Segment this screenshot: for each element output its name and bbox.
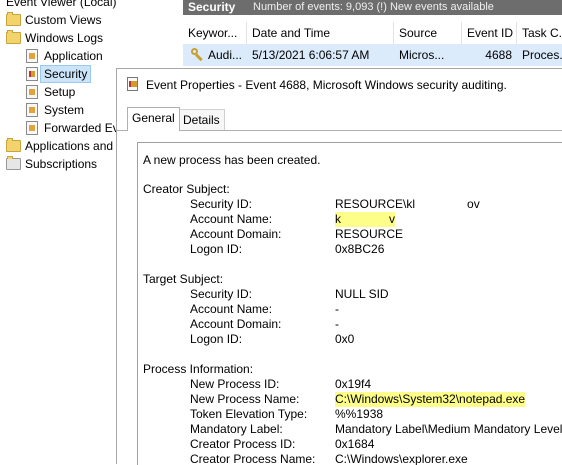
tree-item-label: System [44, 103, 85, 117]
event-task: Proces... [522, 48, 562, 62]
tree-item-label: Custom Views [25, 13, 102, 27]
dialog-title: Event Properties - Event 4688, Microsoft… [146, 78, 507, 92]
redacted-block [341, 212, 389, 227]
field-label: Security ID: [190, 287, 253, 301]
field-label: Account Domain: [190, 317, 282, 331]
process-information-heading: Process Information: [143, 362, 254, 376]
field-label: Mandatory Label: [190, 422, 283, 436]
folder-icon [6, 138, 21, 152]
column-task-category[interactable]: Task C... [517, 22, 562, 44]
log-header: Security Number of events: 9,093 (!) New… [183, 0, 562, 15]
tab-general[interactable]: General [127, 107, 180, 131]
creator-account-name: k v [335, 212, 395, 227]
field-label: Creator Process ID: [190, 437, 296, 451]
field-label: Account Domain: [190, 227, 282, 241]
tree-item-label: Event Viewer (Local) [6, 0, 117, 9]
field-label: Account Name: [190, 302, 273, 316]
creator-process-id: 0x1684 [335, 437, 375, 451]
column-keywords[interactable]: Keywor... [183, 22, 247, 44]
target-account-domain: - [335, 317, 339, 331]
mandatory-label: Mandatory Label\Medium Mandatory Level [335, 422, 562, 436]
field-label: New Process ID: [190, 377, 280, 391]
field-label: New Process Name: [190, 392, 300, 406]
creator-security-id: RESOURCE\kl ov [335, 197, 480, 212]
target-security-id: NULL SID [335, 287, 389, 301]
tab-divider [117, 130, 562, 131]
event-properties-dialog: Event Properties - Event 4688, Microsoft… [116, 68, 562, 465]
event-log-icon [127, 77, 138, 91]
event-list-header: Keywor... Date and Time Source Event ID … [183, 22, 562, 45]
event-log-icon [26, 121, 38, 135]
event-log-icon [26, 85, 38, 99]
field-label: Logon ID: [190, 242, 243, 256]
creator-logon-id: 0x8BC26 [335, 242, 385, 256]
field-label: Logon ID: [190, 332, 243, 346]
security-log-icon [26, 67, 38, 81]
field-label: Token Elevation Type: [190, 407, 308, 421]
tree-item-label: Setup [44, 85, 76, 99]
target-account-name: - [335, 302, 339, 316]
event-row[interactable]: Audi... 5/13/2021 6:06:57 AM Micros... 4… [183, 44, 562, 66]
column-date-time[interactable]: Date and Time [247, 22, 394, 44]
creator-subject-heading: Creator Subject: [143, 182, 230, 196]
folder-icon [6, 30, 21, 44]
subscriptions-icon [6, 156, 21, 170]
value-part: RESOURCE\kl [335, 197, 416, 211]
tree-item-label: Windows Logs [25, 31, 104, 45]
dialog-title-bar[interactable]: Event Properties - Event 4688, Microsoft… [117, 69, 562, 101]
value-part: ov [467, 197, 480, 211]
column-source[interactable]: Source [394, 22, 462, 44]
creator-account-domain: RESOURCE [335, 227, 404, 241]
tree-item-label: Forwarded Ev [44, 121, 119, 135]
field-label: Creator Process Name: [190, 452, 316, 465]
column-event-id[interactable]: Event ID [462, 22, 517, 44]
event-count: Number of events: 9,093 (!) New events a… [253, 1, 494, 13]
tree-item-label: Applications and [25, 139, 114, 153]
event-id: 4688 [485, 48, 512, 62]
target-subject-heading: Target Subject: [143, 272, 224, 286]
tree-item-label: Application [44, 49, 103, 63]
token-elevation-type: %%1938 [335, 407, 384, 421]
tree-item-label: Security [40, 65, 92, 83]
folder-icon [6, 12, 21, 26]
event-log-icon [26, 49, 38, 63]
tree-item-label: Subscriptions [25, 157, 98, 171]
event-datetime: 5/13/2021 6:06:57 AM [252, 48, 370, 62]
creator-process-name: C:\Windows\explorer.exe [335, 452, 468, 465]
navigation-tree: Event Viewer (Local) Custom Views Window… [0, 0, 119, 464]
event-source: Micros... [399, 48, 445, 62]
field-label: Security ID: [190, 197, 253, 211]
value-part: v [389, 212, 395, 226]
new-process-name: C:\Windows\System32\notepad.exe [335, 392, 526, 407]
event-description: A new process has been created. [143, 153, 321, 167]
new-process-id: 0x19f4 [335, 377, 372, 391]
tab-bar: General Details [117, 107, 562, 131]
field-label: Account Name: [190, 212, 273, 226]
event-log-icon [26, 103, 38, 117]
target-logon-id: 0x0 [335, 332, 355, 346]
log-title: Security [188, 0, 236, 14]
event-description-panel[interactable]: A new process has been created. Creator … [137, 142, 562, 465]
event-keywords: Audi... [208, 48, 243, 62]
tab-details[interactable]: Details [178, 109, 225, 130]
redacted-block [415, 197, 468, 212]
